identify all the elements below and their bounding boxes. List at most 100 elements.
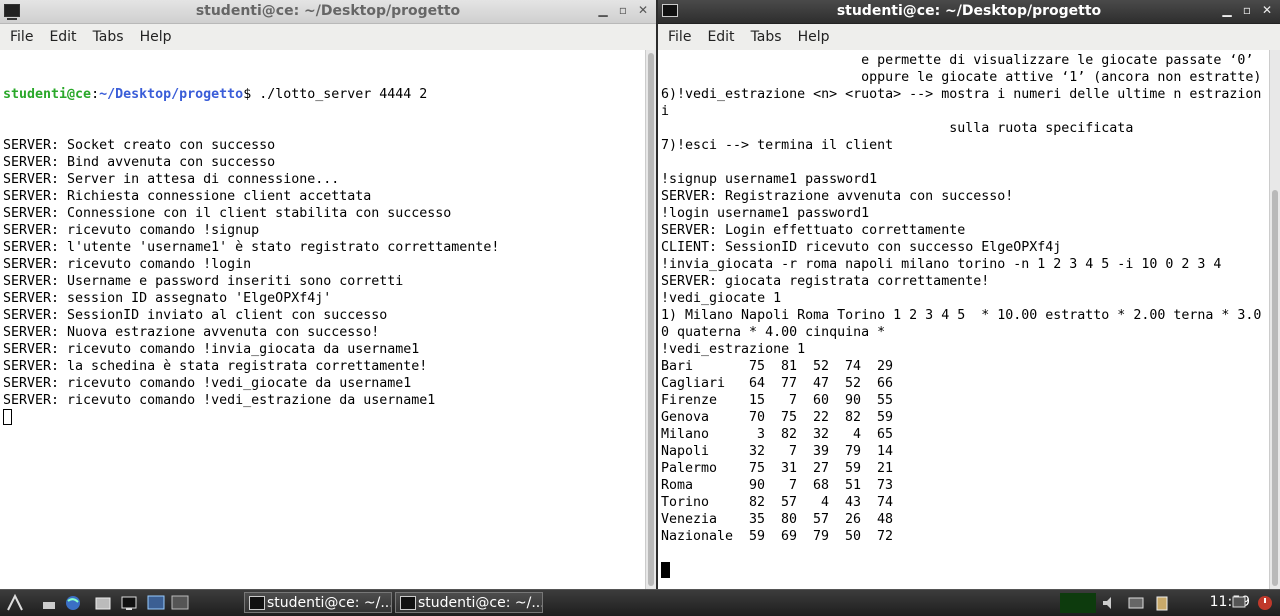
menu-bar: File Edit Tabs Help [0, 24, 656, 51]
extracted-number: 7 [788, 444, 797, 459]
terminal-launcher-icon[interactable] [120, 594, 138, 612]
ruota-name: Genova [661, 410, 710, 425]
terminal-line: SERVER: Connessione con il client stabil… [3, 206, 452, 221]
extracted-number: 52 [844, 376, 861, 391]
titlebar[interactable]: studenti@ce: ~/Desktop/progetto ▁ ▫ ✕ [658, 0, 1280, 24]
extracted-number: 21 [876, 461, 893, 476]
extracted-number: 77 [780, 376, 797, 391]
scrollbar[interactable] [1269, 50, 1280, 589]
terminal-line: oppure le giocate attive ‘1’ (ancora non… [661, 70, 1262, 85]
extraction-row: Venezia 35 80 57 26 48 [661, 511, 1270, 528]
cpu-monitor [1060, 593, 1096, 613]
extracted-number: 57 [812, 512, 829, 527]
extracted-number: 7 [788, 478, 797, 493]
text-cursor [661, 562, 670, 578]
terminal-line: SERVER: ricevuto comando !login [3, 257, 252, 272]
ruota-name: Cagliari [661, 376, 726, 391]
terminal-window-left[interactable]: studenti@ce: ~/Desktop/progetto ▁ ▫ ✕ Fi… [0, 0, 656, 589]
menu-file[interactable]: File [10, 29, 41, 45]
text-cursor [3, 409, 12, 425]
file-manager-icon[interactable] [94, 594, 112, 612]
volume-icon[interactable] [1100, 594, 1118, 612]
extracted-number: 27 [812, 461, 829, 476]
extracted-number: 72 [876, 529, 893, 544]
workspace-2-icon[interactable] [171, 594, 189, 612]
terminal-line: SERVER: ricevuto comando !signup [3, 223, 260, 238]
menu-tabs[interactable]: Tabs [751, 29, 790, 45]
terminal-line: SERVER: Registrazione avvenuta con succe… [661, 189, 1014, 204]
menu-help[interactable]: Help [798, 29, 838, 45]
extracted-number: 4 [852, 427, 861, 442]
extracted-number: 74 [876, 495, 893, 510]
terminal-output[interactable]: studenti@ce:~/Desktop/progetto$ ./lotto_… [0, 50, 646, 589]
taskbar-button-terminal-2[interactable]: studenti@ce: ~/... [395, 592, 543, 613]
extraction-row: Napoli 32 7 39 79 14 [661, 443, 1270, 460]
extracted-number: 55 [876, 393, 893, 408]
prompt-separator: : [91, 87, 100, 102]
titlebar[interactable]: studenti@ce: ~/Desktop/progetto ▁ ▫ ✕ [0, 0, 656, 24]
ruota-name: Napoli [661, 444, 710, 459]
terminal-line: 7)!esci --> termina il client [661, 138, 894, 153]
extraction-row: Palermo 75 31 27 59 21 [661, 460, 1270, 477]
extracted-number: 59 [844, 461, 861, 476]
terminal-line: sulla ruota specificata [661, 121, 1134, 136]
terminal-line: SERVER: session ID assegnato 'ElgeOPXf4j… [3, 291, 332, 306]
menu-help[interactable]: Help [140, 29, 180, 45]
extracted-number: 65 [876, 427, 893, 442]
maximize-button[interactable]: ▫ [616, 3, 630, 17]
show-desktop-icon[interactable] [40, 594, 58, 612]
extraction-row: Cagliari 64 77 47 52 66 [661, 375, 1270, 392]
extracted-number: 59 [748, 529, 765, 544]
extracted-number: 57 [780, 495, 797, 510]
terminal-line: SERVER: l'utente 'username1' è stato reg… [3, 240, 500, 255]
extracted-number: 43 [844, 495, 861, 510]
extraction-row: Roma 90 7 68 51 73 [661, 477, 1270, 494]
ruota-name: Roma [661, 478, 694, 493]
task-label: studenti@ce: ~/... [267, 595, 392, 611]
screen-lock-icon[interactable] [1230, 594, 1248, 612]
power-icon[interactable] [1256, 594, 1274, 612]
network-icon[interactable] [1127, 594, 1145, 612]
taskbar-button-terminal-1[interactable]: studenti@ce: ~/... [244, 592, 392, 613]
menu-file[interactable]: File [668, 29, 699, 45]
menu-edit[interactable]: Edit [49, 29, 84, 45]
clipboard-icon[interactable] [1153, 594, 1171, 612]
close-button[interactable]: ✕ [1260, 3, 1274, 17]
terminal-line: e permette di visualizzare le giocate pa… [661, 53, 1254, 68]
extracted-number: 81 [780, 359, 797, 374]
extracted-number: 74 [844, 359, 861, 374]
terminal-line: SERVER: giocata registrata correttamente… [661, 274, 990, 289]
start-menu-icon[interactable] [6, 594, 24, 612]
extracted-number: 64 [748, 376, 765, 391]
extracted-number: 70 [748, 410, 765, 425]
minimize-button[interactable]: ▁ [596, 3, 610, 17]
extracted-number: 52 [812, 359, 829, 374]
extraction-row: Bari 75 81 52 74 29 [661, 358, 1270, 375]
extracted-number: 79 [812, 529, 829, 544]
terminal-window-right[interactable]: studenti@ce: ~/Desktop/progetto ▁ ▫ ✕ Fi… [658, 0, 1280, 589]
terminal-icon [249, 596, 265, 610]
extracted-number: 32 [812, 427, 829, 442]
extracted-number: 29 [876, 359, 893, 374]
scrollbar[interactable] [645, 50, 656, 589]
scrollbar-thumb[interactable] [648, 53, 654, 586]
close-button[interactable]: ✕ [636, 3, 650, 17]
terminal-output[interactable]: e permette di visualizzare le giocate pa… [658, 50, 1270, 589]
extracted-number: 60 [812, 393, 829, 408]
extracted-number: 82 [748, 495, 765, 510]
maximize-button[interactable]: ▫ [1240, 3, 1254, 17]
menu-tabs[interactable]: Tabs [93, 29, 132, 45]
prompt-suffix: $ [243, 87, 260, 102]
ruota-name: Bari [661, 359, 694, 374]
taskbar: studenti@ce: ~/... studenti@ce: ~/... 11… [0, 589, 1280, 616]
terminal-line: i [661, 104, 670, 119]
workspace-1-icon[interactable] [147, 594, 165, 612]
ruota-name: Nazionale [661, 529, 734, 544]
scrollbar-thumb[interactable] [1272, 190, 1278, 586]
terminal-line: SERVER: Richiesta connessione client acc… [3, 189, 372, 204]
browser-icon[interactable] [64, 594, 82, 612]
extracted-number: 80 [780, 512, 797, 527]
minimize-button[interactable]: ▁ [1220, 3, 1234, 17]
menu-edit[interactable]: Edit [707, 29, 742, 45]
terminal-line: SERVER: ricevuto comando !vedi_estrazion… [3, 393, 436, 408]
